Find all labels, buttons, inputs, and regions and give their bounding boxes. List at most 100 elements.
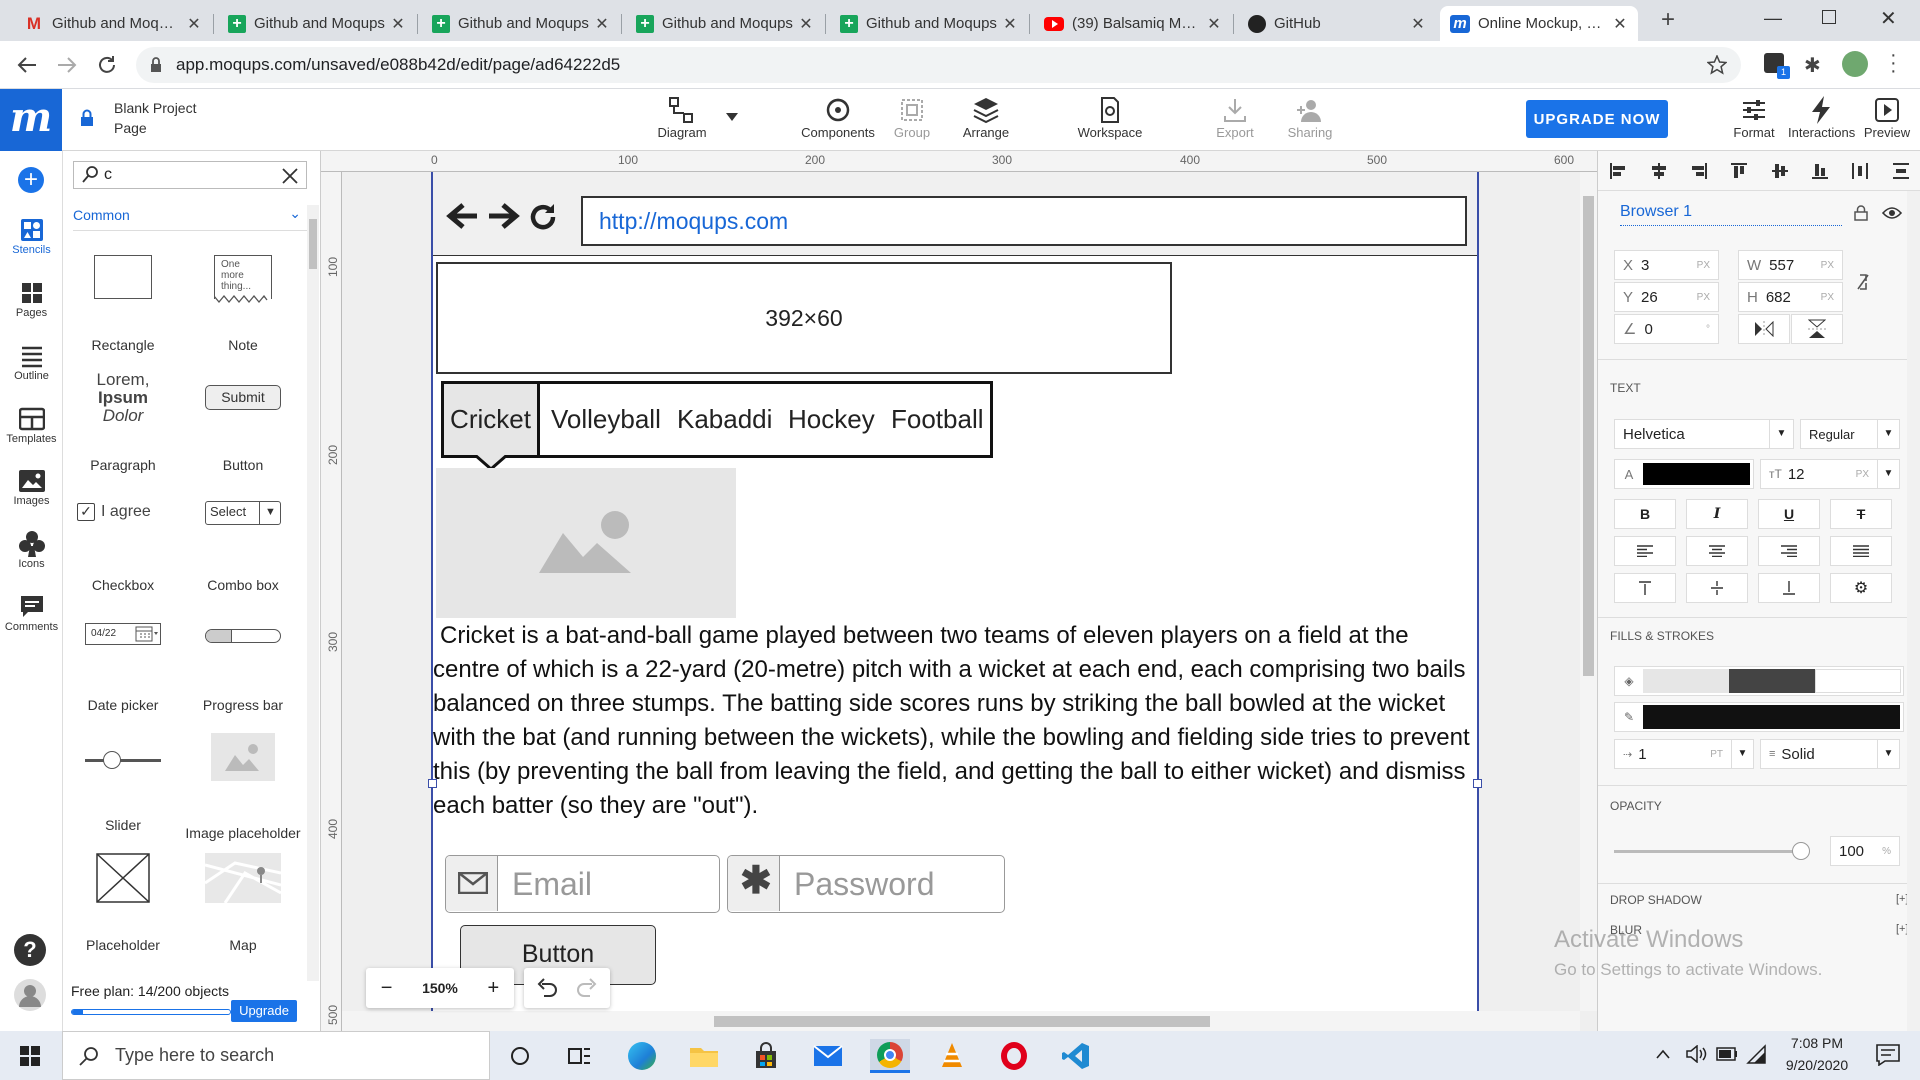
align-right-icon[interactable] bbox=[1690, 162, 1708, 180]
valign-middle-button[interactable] bbox=[1686, 573, 1748, 603]
text-align-left-button[interactable] bbox=[1614, 536, 1676, 566]
canvas-vertical-scrollbar[interactable] bbox=[1580, 172, 1597, 1011]
h-field[interactable]: H 682 PX bbox=[1738, 282, 1843, 312]
link-proportions-icon[interactable] bbox=[1856, 273, 1870, 291]
element-name[interactable]: Browser 1 bbox=[1620, 203, 1842, 226]
group-button[interactable]: Group bbox=[890, 95, 934, 140]
stencil-rectangle[interactable]: Rectangle bbox=[63, 241, 183, 361]
diagram-button[interactable]: Diagram bbox=[652, 95, 712, 140]
close-icon[interactable]: ✕ bbox=[1612, 14, 1628, 34]
workspace-button[interactable]: Workspace bbox=[1074, 95, 1146, 140]
stroke-color-picker[interactable]: ✎ bbox=[1614, 702, 1904, 732]
stencil-search-input[interactable]: c bbox=[73, 161, 307, 189]
valign-top-button[interactable] bbox=[1614, 573, 1676, 603]
project-name[interactable]: Blank Project bbox=[114, 100, 196, 116]
minimize-icon[interactable]: — bbox=[1764, 8, 1782, 29]
clock-date[interactable]: 9/20/2020 bbox=[1772, 1057, 1862, 1073]
align-middle-icon[interactable] bbox=[1771, 162, 1789, 180]
arrange-button[interactable]: Arrange bbox=[960, 95, 1012, 140]
x-field[interactable]: X 3 PX bbox=[1614, 250, 1719, 280]
close-icon[interactable]: ✕ bbox=[186, 14, 202, 34]
rail-item-stencils[interactable]: Stencils bbox=[0, 216, 63, 256]
category-dropdown[interactable]: Common ⌄ bbox=[73, 205, 307, 231]
distribute-horizontal-icon[interactable] bbox=[1851, 162, 1869, 180]
strikethrough-button[interactable]: T bbox=[1830, 499, 1892, 529]
stencil-date-picker[interactable]: 04/22 Date picker bbox=[63, 601, 183, 721]
stencil-map[interactable]: Map bbox=[183, 841, 303, 961]
forward-icon[interactable] bbox=[56, 55, 78, 75]
browser-tab[interactable]: GitHub ✕ bbox=[1238, 6, 1436, 41]
mockup-tab-cricket[interactable]: Cricket bbox=[444, 384, 540, 455]
wifi-icon[interactable] bbox=[1746, 1044, 1766, 1064]
w-field[interactable]: W 557 PX bbox=[1738, 250, 1843, 280]
selection-handle[interactable] bbox=[428, 779, 437, 788]
fill-color-picker[interactable]: ◈ bbox=[1614, 666, 1904, 696]
lock-icon[interactable] bbox=[1854, 205, 1868, 221]
mockup-email-field[interactable]: Email bbox=[445, 855, 720, 913]
window-close-icon[interactable]: ✕ bbox=[1880, 6, 1897, 31]
bold-button[interactable]: B bbox=[1614, 499, 1676, 529]
taskbar-search-input[interactable]: Type here to search bbox=[62, 1031, 490, 1080]
mockup-tab-football[interactable]: Football bbox=[891, 384, 984, 454]
moqups-logo[interactable]: m bbox=[0, 89, 62, 151]
rail-item-templates[interactable]: Templates bbox=[0, 405, 63, 445]
mockup-tab-kabaddi[interactable]: Kabaddi bbox=[677, 384, 772, 454]
flip-horizontal-button[interactable] bbox=[1738, 314, 1790, 344]
close-icon[interactable]: ✕ bbox=[798, 14, 814, 34]
stroke-style-select[interactable]: ≡ Solid ▼ bbox=[1760, 739, 1900, 769]
y-field[interactable]: Y 26 PX bbox=[1614, 282, 1719, 312]
mockup-browser-frame[interactable]: http://moqups.com 392×60 Cricket Volleyb… bbox=[428, 172, 1482, 1031]
new-tab-icon[interactable]: + bbox=[1656, 6, 1680, 36]
preview-button[interactable]: Preview bbox=[1862, 95, 1912, 140]
windows-start-icon[interactable] bbox=[20, 1046, 40, 1066]
mockup-paragraph[interactable]: Cricket is a bat-and-ball game played be… bbox=[433, 619, 1477, 823]
text-justify-button[interactable] bbox=[1830, 536, 1892, 566]
close-icon[interactable]: ✕ bbox=[1410, 14, 1426, 34]
mockup-password-field[interactable]: ✱ Password bbox=[727, 855, 1005, 913]
rail-item-images[interactable]: Images bbox=[0, 467, 63, 507]
store-icon[interactable] bbox=[746, 1039, 786, 1073]
zoom-in-button[interactable]: + bbox=[487, 977, 499, 1000]
stencil-note[interactable]: One more thing... Note bbox=[183, 241, 303, 361]
browser-tab[interactable]: + Github and Moqups ✕ bbox=[422, 6, 620, 41]
plan-upgrade-button[interactable]: Upgrade bbox=[231, 1000, 297, 1022]
redo-icon[interactable] bbox=[576, 978, 598, 998]
stencil-image-placeholder[interactable]: Image placeholder bbox=[183, 721, 303, 841]
text-color-picker[interactable]: A bbox=[1614, 459, 1754, 489]
chevron-up-icon[interactable] bbox=[1656, 1049, 1670, 1059]
avatar[interactable] bbox=[1842, 51, 1868, 77]
file-explorer-icon[interactable] bbox=[684, 1039, 724, 1073]
user-avatar-icon[interactable] bbox=[13, 978, 47, 1012]
browser-tab[interactable]: + Github and Moqups ✕ bbox=[218, 6, 416, 41]
close-icon[interactable]: ✕ bbox=[1206, 14, 1222, 34]
clock-time[interactable]: 7:08 PM bbox=[1772, 1035, 1862, 1051]
align-left-icon[interactable] bbox=[1609, 162, 1627, 180]
task-view-icon[interactable] bbox=[560, 1039, 600, 1073]
puzzle-icon[interactable]: ✱ bbox=[1804, 53, 1821, 78]
browser-tab[interactable]: + Github and Moqups ✕ bbox=[830, 6, 1028, 41]
mockup-tab-volleyball[interactable]: Volleyball bbox=[551, 384, 661, 454]
selection-handle[interactable] bbox=[1473, 779, 1482, 788]
volume-icon[interactable] bbox=[1686, 1045, 1708, 1063]
notification-icon[interactable] bbox=[1876, 1044, 1900, 1066]
components-button[interactable]: Components bbox=[800, 95, 876, 140]
sharing-button[interactable]: Sharing bbox=[1284, 95, 1336, 140]
font-family-select[interactable]: Helvetica ▼ bbox=[1614, 419, 1794, 449]
distribute-vertical-icon[interactable] bbox=[1892, 162, 1910, 180]
eye-icon[interactable] bbox=[1882, 207, 1902, 219]
chrome-icon[interactable] bbox=[870, 1039, 910, 1073]
vscode-icon[interactable] bbox=[1056, 1039, 1096, 1073]
browser-tab-active[interactable]: m Online Mockup, Wireframe ✕ bbox=[1440, 6, 1638, 41]
opacity-slider[interactable] bbox=[1614, 850, 1802, 853]
zoom-level[interactable]: 150% bbox=[422, 980, 458, 996]
upgrade-now-button[interactable]: UPGRADE NOW bbox=[1526, 100, 1668, 138]
panel-scrollbar[interactable] bbox=[307, 205, 319, 981]
angle-field[interactable]: ∠ 0 ° bbox=[1614, 314, 1719, 344]
close-icon[interactable]: ✕ bbox=[594, 14, 610, 34]
flip-vertical-button[interactable] bbox=[1791, 314, 1843, 344]
browser-tab[interactable]: (39) Balsamiq Mockups ✕ bbox=[1034, 6, 1232, 41]
clear-icon[interactable] bbox=[282, 168, 298, 184]
maximize-icon[interactable] bbox=[1822, 10, 1836, 24]
star-icon[interactable] bbox=[1707, 55, 1727, 75]
text-align-right-button[interactable] bbox=[1758, 536, 1820, 566]
